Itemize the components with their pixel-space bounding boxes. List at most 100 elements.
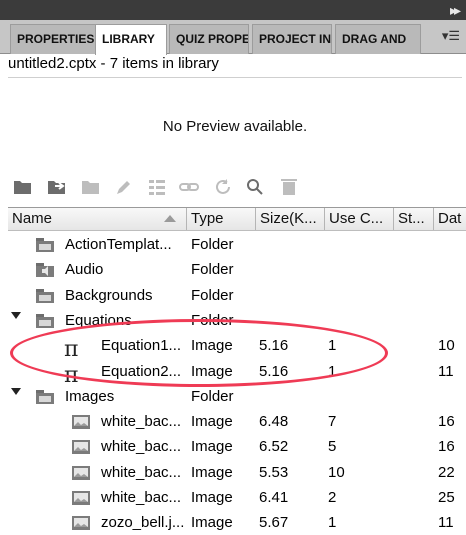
item-type: Image	[191, 489, 233, 506]
item-date: 11	[438, 362, 454, 380]
item-size: 5.67	[259, 514, 289, 532]
list-item[interactable]: Images Folder	[8, 385, 466, 410]
item-size: 5.16	[259, 362, 289, 380]
list-item[interactable]: π Equation1... Image 5.16 1 10	[8, 334, 466, 362]
item-use-count: 2	[328, 489, 337, 506]
open-folder-icon[interactable]	[12, 176, 34, 198]
preview-message: No Preview available.	[162, 118, 308, 135]
item-type: Image	[191, 514, 233, 532]
column-type-header[interactable]: Type	[187, 208, 256, 230]
item-name: Equation1...	[101, 337, 182, 355]
item-size: 6.41	[259, 489, 289, 506]
item-size: 5.16	[259, 337, 289, 355]
tab-library[interactable]: LIBRARY	[95, 24, 167, 55]
item-size: 6.52	[259, 438, 289, 456]
item-use-count: 10	[328, 463, 345, 481]
list-item[interactable]: white_bac... Image 6.48 7 16	[8, 410, 466, 435]
item-date: 11	[438, 514, 454, 532]
tab-quiz-properties[interactable]: QUIZ PROPERTIES	[169, 24, 249, 54]
item-name: white_bac...	[101, 489, 182, 506]
item-use-count: 1	[328, 514, 337, 532]
item-type: Image	[191, 413, 233, 431]
folder-icon	[36, 238, 54, 252]
import-icon[interactable]	[46, 176, 68, 198]
expand-collapse-icon[interactable]	[11, 387, 21, 395]
column-name-label: Name	[12, 210, 53, 227]
item-name: white_bac...	[101, 438, 182, 456]
folder-icon	[36, 313, 54, 328]
list-item[interactable]: ActionTemplat... Folder	[8, 233, 466, 258]
item-size: 6.48	[259, 413, 289, 431]
panel-title-strip: ▸▸	[0, 0, 466, 20]
item-name: Images	[65, 387, 115, 405]
list-item[interactable]: white_bac... Image 6.52 5 16	[8, 435, 466, 460]
item-use-count: 1	[328, 337, 337, 355]
column-status-header[interactable]: St...	[394, 208, 434, 230]
folder-icon	[36, 389, 54, 404]
item-type: Folder	[191, 286, 234, 304]
collapse-panel-icon[interactable]: ▸▸	[450, 1, 461, 19]
edit-icon[interactable]	[112, 176, 134, 198]
item-type: Image	[191, 362, 233, 380]
item-name: Backgrounds	[65, 286, 153, 304]
image-icon	[72, 516, 90, 531]
tab-properties[interactable]: PROPERTIES	[10, 24, 96, 54]
item-use-count: 1	[328, 362, 337, 380]
image-icon	[72, 491, 90, 505]
item-name: zozo_bell.j...	[101, 514, 185, 532]
list-item[interactable]: Backgrounds Folder	[8, 284, 466, 309]
item-name: Equation2...	[101, 362, 182, 380]
item-type: Folder	[191, 387, 234, 405]
image-icon	[72, 440, 90, 455]
item-date: 16	[438, 438, 455, 456]
panel-menu-icon[interactable]: ▾☰	[442, 28, 460, 44]
list-item[interactable]: white_bac... Image 5.53 10 22	[8, 461, 466, 486]
item-name: Audio	[65, 261, 104, 279]
library-summary: untitled2.cptx - 7 items in library	[8, 55, 219, 72]
item-type: Image	[191, 337, 233, 355]
item-date: 22	[438, 463, 455, 481]
list-item[interactable]: Equations Folder	[8, 309, 466, 334]
item-size: 5.53	[259, 463, 289, 481]
properties-icon[interactable]	[146, 176, 168, 198]
item-name: white_bac...	[101, 413, 182, 431]
item-type: Image	[191, 438, 233, 456]
list-item[interactable]: Audio Folder	[8, 258, 466, 283]
pi-icon: π	[64, 362, 79, 388]
export-icon[interactable]	[80, 176, 102, 198]
usage-icon[interactable]	[244, 176, 266, 198]
list-item[interactable]: white_bac... Image 6.41 2 25	[8, 486, 466, 511]
column-header-row: Name Type Size(K... Use C... St... Dat	[8, 207, 466, 231]
tab-drag-and-drop[interactable]: DRAG AND	[335, 24, 421, 54]
library-item-list: ActionTemplat... Folder Audio Folder Backgro…	[8, 232, 466, 535]
item-type: Folder	[191, 261, 234, 279]
column-name-header[interactable]: Name	[8, 208, 187, 230]
item-use-count: 5	[328, 438, 337, 456]
audio-folder-icon	[36, 263, 54, 278]
list-item[interactable]: π Equation2... Image 5.16 1 11	[8, 360, 466, 388]
link-icon[interactable]	[178, 176, 200, 198]
item-type: Folder	[191, 236, 234, 253]
item-date: 16	[438, 413, 455, 431]
tab-project-info[interactable]: PROJECT INFO	[252, 24, 332, 54]
item-name: white_bac...	[101, 463, 182, 481]
image-icon	[72, 415, 90, 430]
sort-ascending-icon	[164, 215, 176, 222]
item-use-count: 7	[328, 413, 337, 431]
item-type: Folder	[191, 311, 234, 329]
item-name: Equations	[65, 311, 132, 329]
expand-collapse-icon[interactable]	[11, 311, 21, 319]
item-name: ActionTemplat...	[65, 236, 172, 253]
column-date-header[interactable]: Dat	[434, 208, 466, 230]
list-item[interactable]: zozo_bell.j... Image 5.67 1 11	[8, 511, 466, 535]
preview-area: No Preview available.	[8, 77, 462, 174]
column-use-count-header[interactable]: Use C...	[325, 208, 394, 230]
library-toolbar	[8, 176, 462, 200]
refresh-icon[interactable]	[212, 176, 234, 198]
item-date: 10	[438, 337, 455, 355]
column-size-header[interactable]: Size(K...	[256, 208, 325, 230]
panel-tab-bar: PROPERTIES LIBRARY QUIZ PROPERTIES PROJE…	[0, 20, 466, 55]
folder-icon	[36, 288, 54, 303]
item-type: Image	[191, 463, 233, 481]
delete-icon[interactable]	[278, 176, 300, 198]
